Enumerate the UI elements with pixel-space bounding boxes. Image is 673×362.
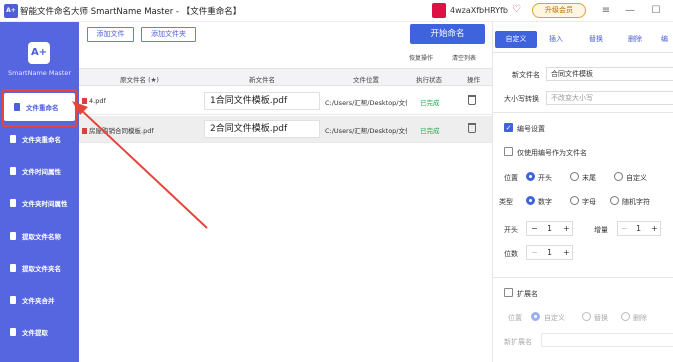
- annotation-arrow: [72, 101, 208, 229]
